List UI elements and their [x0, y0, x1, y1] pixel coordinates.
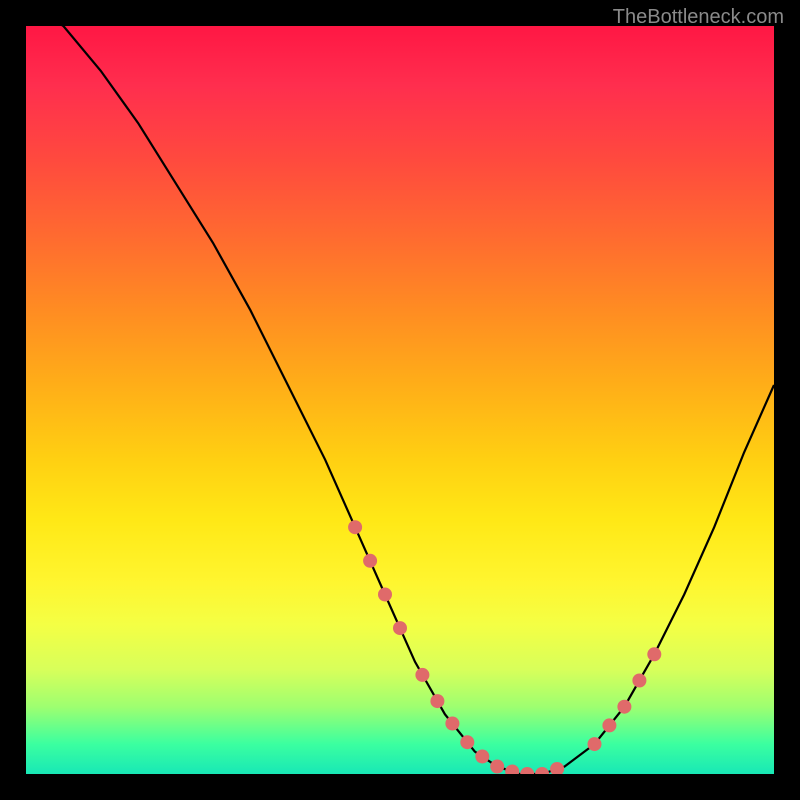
curve-marker	[550, 762, 564, 774]
curve-marker	[647, 647, 661, 661]
curve-marker	[445, 717, 459, 731]
curve-marker	[617, 700, 631, 714]
curve-marker	[378, 588, 392, 602]
curve-layer	[26, 26, 774, 774]
bottleneck-curve	[26, 26, 774, 774]
marker-group	[348, 520, 661, 774]
curve-marker	[475, 750, 489, 764]
curve-marker	[602, 718, 616, 732]
curve-marker	[490, 760, 504, 774]
curve-marker	[520, 767, 534, 774]
curve-marker	[415, 668, 429, 682]
curve-marker	[363, 554, 377, 568]
curve-marker	[505, 765, 519, 775]
curve-marker	[632, 674, 646, 688]
curve-marker	[430, 694, 444, 708]
plot-area	[26, 26, 774, 774]
curve-marker	[588, 737, 602, 751]
curve-marker	[393, 621, 407, 635]
curve-marker	[535, 767, 549, 774]
curve-marker	[348, 520, 362, 534]
watermark-text: TheBottleneck.com	[613, 6, 784, 29]
curve-marker	[460, 735, 474, 749]
